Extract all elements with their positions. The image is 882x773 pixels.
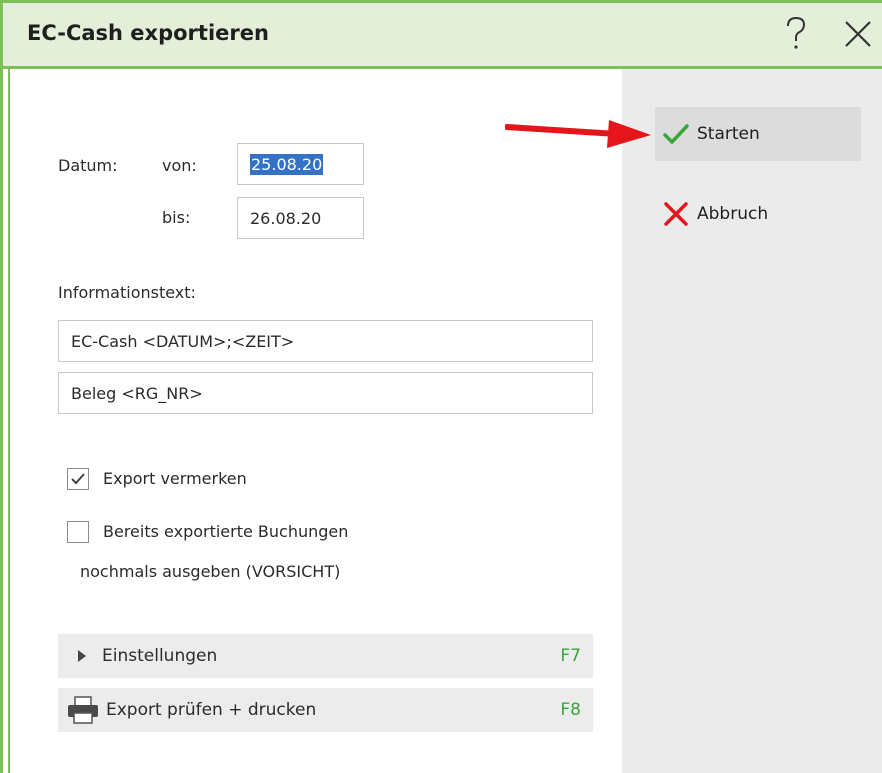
- date-to-input[interactable]: 26.08.20: [237, 197, 364, 239]
- title-bar: EC-Cash exportieren: [3, 3, 882, 69]
- close-icon: [845, 21, 871, 47]
- export-print-button[interactable]: Export prüfen + drucken F8: [58, 688, 593, 732]
- info-text-line1-value: EC-Cash <DATUM>;<ZEIT>: [71, 331, 295, 351]
- export-mark-checkbox[interactable]: [67, 468, 89, 490]
- date-from-value: 25.08.20: [250, 153, 324, 175]
- cancel-button[interactable]: Abbruch: [655, 187, 861, 241]
- close-button[interactable]: [838, 14, 878, 54]
- x-icon: [661, 199, 691, 229]
- export-mark-checkbox-row[interactable]: Export vermerken: [67, 468, 247, 495]
- action-pane: Starten Abbruch: [622, 69, 882, 773]
- re-export-label-line1: Bereits exportierte Buchungen: [103, 522, 349, 541]
- re-export-checkbox-row[interactable]: Bereits exportierte Buchungen: [67, 521, 348, 548]
- export-mark-label: Export vermerken: [103, 469, 247, 488]
- info-text-line2-input[interactable]: Beleg <RG_NR>: [58, 372, 593, 414]
- printer-icon: [66, 695, 100, 725]
- start-button-label: Starten: [697, 124, 760, 144]
- info-text-line1-input[interactable]: EC-Cash <DATUM>;<ZEIT>: [58, 320, 593, 362]
- checkmark-icon: [71, 473, 85, 485]
- info-text-label: Informationstext:: [58, 283, 196, 302]
- start-button[interactable]: Starten: [655, 107, 861, 161]
- content-frame-left: [8, 68, 10, 773]
- window-frame-left: [0, 0, 3, 773]
- cancel-button-label: Abbruch: [697, 204, 769, 224]
- window-title: EC-Cash exportieren: [27, 21, 269, 45]
- triangle-right-icon: [78, 650, 86, 662]
- re-export-checkbox[interactable]: [67, 521, 89, 543]
- bis-label: bis:: [162, 208, 191, 227]
- help-button[interactable]: [776, 14, 816, 54]
- export-print-label: Export prüfen + drucken: [106, 700, 317, 720]
- settings-expander[interactable]: Einstellungen F7: [58, 634, 593, 678]
- question-icon: [787, 16, 806, 49]
- checkmark-icon: [661, 119, 691, 149]
- date-to-value: 26.08.20: [250, 208, 322, 228]
- export-print-shortcut: F8: [560, 700, 581, 720]
- arrow-icon: [505, 120, 651, 148]
- info-text-line2-value: Beleg <RG_NR>: [71, 383, 203, 403]
- settings-shortcut: F7: [560, 646, 581, 666]
- date-from-input[interactable]: 25.08.20: [237, 143, 364, 185]
- von-label: von:: [162, 156, 197, 175]
- settings-label: Einstellungen: [102, 646, 218, 666]
- datum-label: Datum:: [58, 156, 118, 175]
- re-export-label-line2: nochmals ausgeben (VORSICHT): [80, 562, 341, 581]
